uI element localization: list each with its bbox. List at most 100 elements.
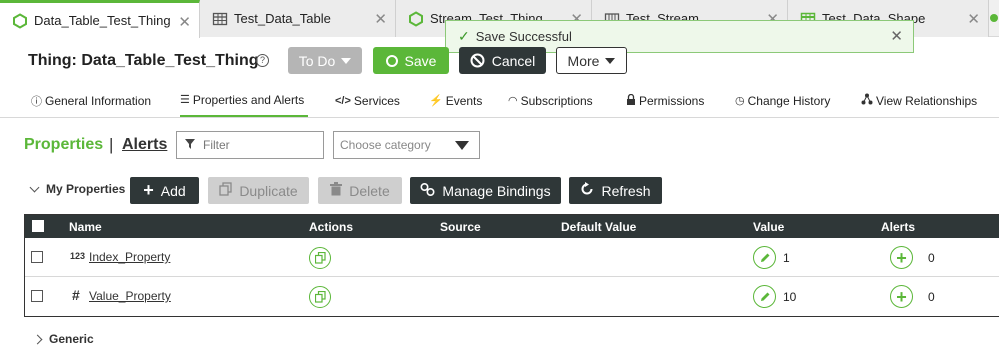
duplicate-button[interactable]: Duplicate [208, 177, 309, 204]
table-row[interactable]: 123 Index_Property 1 + 0 [25, 238, 999, 277]
number-type-icon: # [72, 287, 80, 303]
column-header-actions: Actions [309, 220, 354, 234]
my-properties-group-toggle[interactable]: My Properties [29, 182, 126, 196]
column-header-source[interactable]: Source [440, 220, 481, 234]
clock-icon: ◷ [735, 95, 745, 107]
tab-view-relationships[interactable]: View Relationships [861, 84, 977, 117]
lock-icon [626, 93, 636, 108]
link-icon [420, 182, 435, 200]
refresh-label: Refresh [601, 182, 651, 199]
close-icon[interactable]: ✕ [890, 27, 903, 45]
subnav-label: Services [353, 93, 400, 108]
chevron-down-icon [29, 182, 40, 192]
add-label: Add [160, 182, 186, 199]
column-header-default-value[interactable]: Default Value [561, 220, 636, 234]
list-icon: ☰ [180, 94, 190, 106]
tab-label: Data_Table_Test_Thing [34, 13, 171, 28]
cancel-icon [470, 53, 485, 68]
subnav-label: Properties and Alerts [192, 92, 305, 107]
duplicate-icon [219, 182, 232, 199]
row-checkbox[interactable] [31, 251, 43, 263]
tab-label: Test_Data_Table [234, 11, 331, 26]
manage-bindings-label: Manage Bindings [442, 182, 551, 199]
properties-toggle[interactable]: Properties [24, 136, 103, 154]
manage-bindings-button[interactable]: Manage Bindings [410, 177, 561, 204]
chevron-down-icon [341, 57, 352, 64]
data-table-icon [212, 11, 228, 27]
chevron-down-icon [455, 141, 469, 150]
category-placeholder: Choose category [340, 138, 431, 152]
property-name-link[interactable]: Index_Property [89, 250, 170, 264]
code-icon: </> [335, 94, 351, 107]
edit-icon[interactable] [753, 246, 776, 269]
thing-hexagon-icon [12, 12, 28, 29]
check-icon: ✓ [458, 28, 470, 44]
subnav-label: Events [445, 93, 483, 108]
add-alert-icon[interactable]: + [890, 246, 913, 269]
tab-events[interactable]: ⚡ Events [429, 84, 482, 117]
trash-icon [330, 182, 343, 199]
relationships-icon [861, 93, 873, 108]
cancel-label: Cancel [491, 52, 536, 69]
column-header-value[interactable]: Value [753, 220, 784, 234]
chevron-down-icon [605, 57, 616, 64]
tab-test-data-table[interactable]: Test_Data_Table ✕ [200, 0, 396, 37]
generic-group-toggle[interactable]: Generic [32, 332, 94, 346]
row-checkbox[interactable] [31, 290, 43, 302]
save-label: Save [404, 52, 437, 69]
my-properties-label: My Properties [46, 182, 126, 196]
toast-message: Save Successful [475, 29, 572, 44]
subnav-label: View Relationships [876, 93, 978, 108]
delete-button[interactable]: Delete [318, 177, 402, 204]
filter-icon [185, 138, 195, 152]
filter-placeholder: Filter [203, 138, 230, 152]
tab-permissions[interactable]: Permissions [626, 84, 704, 117]
refresh-icon [580, 182, 594, 199]
tab-subscriptions[interactable]: ◠ Subscriptions [508, 84, 593, 117]
chevron-right-icon [32, 334, 43, 344]
table-row[interactable]: # Value_Property 10 + 0 [25, 277, 999, 316]
cancel-button[interactable]: Cancel [459, 47, 546, 74]
properties-table: Name Actions Source Default Value Value … [24, 214, 999, 317]
tab-change-history[interactable]: ◷ Change History [735, 84, 830, 117]
todo-button[interactable]: To Do [288, 47, 362, 74]
property-name-link[interactable]: Value_Property [89, 289, 171, 303]
property-value: 10 [783, 290, 797, 304]
tab-services[interactable]: </> Services [335, 84, 400, 117]
alert-count: 0 [928, 290, 935, 304]
close-icon[interactable]: ✕ [967, 10, 980, 28]
filter-input[interactable]: Filter [176, 131, 324, 159]
refresh-button[interactable]: Refresh [569, 177, 662, 204]
category-select[interactable]: Choose category [333, 131, 480, 159]
page-title: Thing: Data_Table_Test_Thing [28, 52, 259, 69]
more-label: More [567, 52, 600, 69]
subscription-icon: ◠ [508, 95, 518, 107]
close-icon[interactable]: ✕ [178, 13, 191, 31]
tab-properties-and-alerts[interactable]: ☰ Properties and Alerts [180, 84, 308, 117]
table-header: Name Actions Source Default Value Value … [25, 215, 999, 238]
subnav-label: Permissions [639, 93, 705, 108]
copy-icon[interactable] [309, 286, 331, 308]
add-button[interactable]: + Add [130, 177, 199, 204]
help-icon[interactable]: ? [256, 54, 269, 67]
subnav-label: General Information [45, 93, 152, 108]
lightning-icon: ⚡ [429, 95, 443, 107]
save-button[interactable]: Save [373, 47, 449, 74]
info-icon: ⓘ [31, 95, 42, 108]
edit-icon[interactable] [753, 285, 776, 308]
close-icon[interactable]: ✕ [374, 10, 387, 28]
subnav-label: Subscriptions [520, 93, 593, 108]
alerts-toggle[interactable]: Alerts [122, 136, 167, 154]
tab-data-table-test-thing[interactable]: Data_Table_Test_Thing ✕ [0, 0, 200, 38]
add-alert-icon[interactable]: + [890, 285, 913, 308]
column-header-name[interactable]: Name [69, 220, 102, 234]
property-value: 1 [783, 251, 790, 265]
save-ring-icon [385, 54, 398, 67]
select-all-checkbox[interactable] [32, 220, 44, 232]
copy-icon[interactable] [309, 247, 331, 269]
tab-general-information[interactable]: ⓘ General Information [31, 84, 151, 117]
todo-label: To Do [298, 52, 336, 69]
more-button[interactable]: More [556, 47, 627, 74]
tab-overflow-indicator [989, 8, 999, 28]
integer-type-icon: 123 [70, 251, 86, 261]
